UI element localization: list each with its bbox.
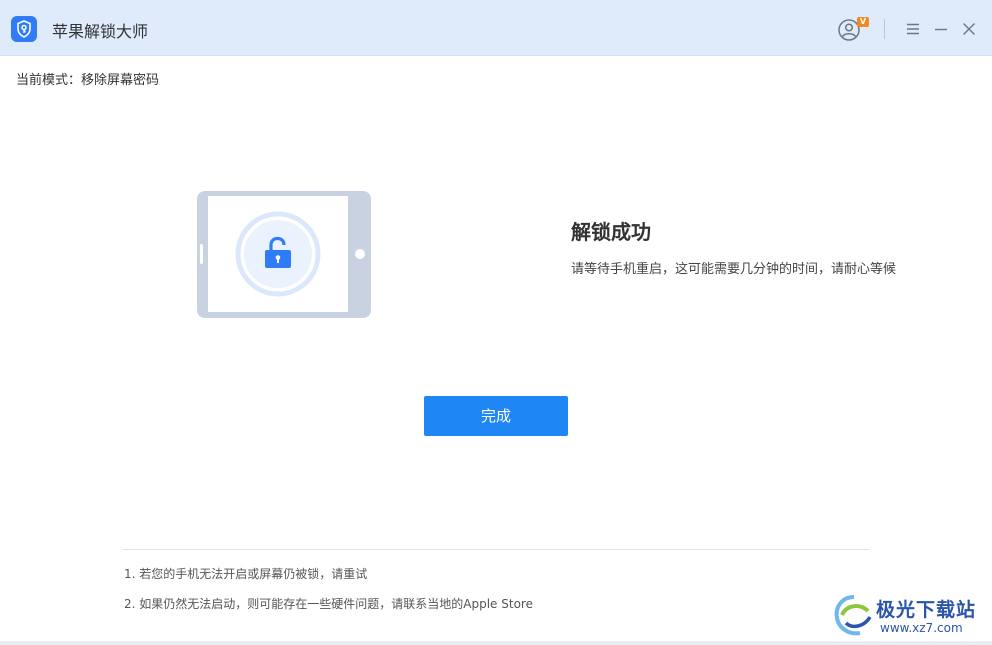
current-mode-label: 当前模式：移除屏幕密码 (16, 73, 160, 88)
unlocked-padlock-icon (265, 236, 291, 268)
window-bottom-edge (0, 641, 992, 645)
user-account-button[interactable]: V (837, 17, 871, 43)
minimize-icon (935, 28, 947, 31)
titlebar-divider (884, 19, 885, 39)
site-watermark: 极光下载站 www.xz7.com (832, 591, 992, 641)
tip-retry: 1. 若您的手机无法开启或屏幕仍被锁，请重试 (124, 567, 368, 581)
vip-badge: V (857, 17, 869, 27)
watermark-name: 极光下载站 (876, 599, 977, 621)
shield-key-icon (11, 16, 37, 42)
close-button[interactable] (960, 20, 978, 38)
unlock-success-title: 解锁成功 (571, 220, 651, 244)
tablet-illustration (196, 190, 372, 319)
menu-icon (907, 23, 919, 35)
done-button[interactable]: 完成 (424, 396, 568, 436)
menu-button[interactable] (904, 20, 922, 38)
title-bar: 苹果解锁大师 V (0, 0, 992, 56)
minimize-button[interactable] (932, 20, 950, 38)
footer-divider (123, 549, 869, 550)
watermark-logo-icon (834, 595, 872, 636)
tip-hardware: 2. 如果仍然无法启动，则可能存在一些硬件问题，请联系当地的Apple Stor… (124, 597, 533, 611)
close-icon (963, 23, 975, 35)
watermark-url: www.xz7.com (880, 621, 963, 635)
app-title: 苹果解锁大师 (52, 22, 149, 41)
unlock-success-description: 请等待手机重启，这可能需要几分钟的时间，请耐心等候 (571, 262, 897, 277)
